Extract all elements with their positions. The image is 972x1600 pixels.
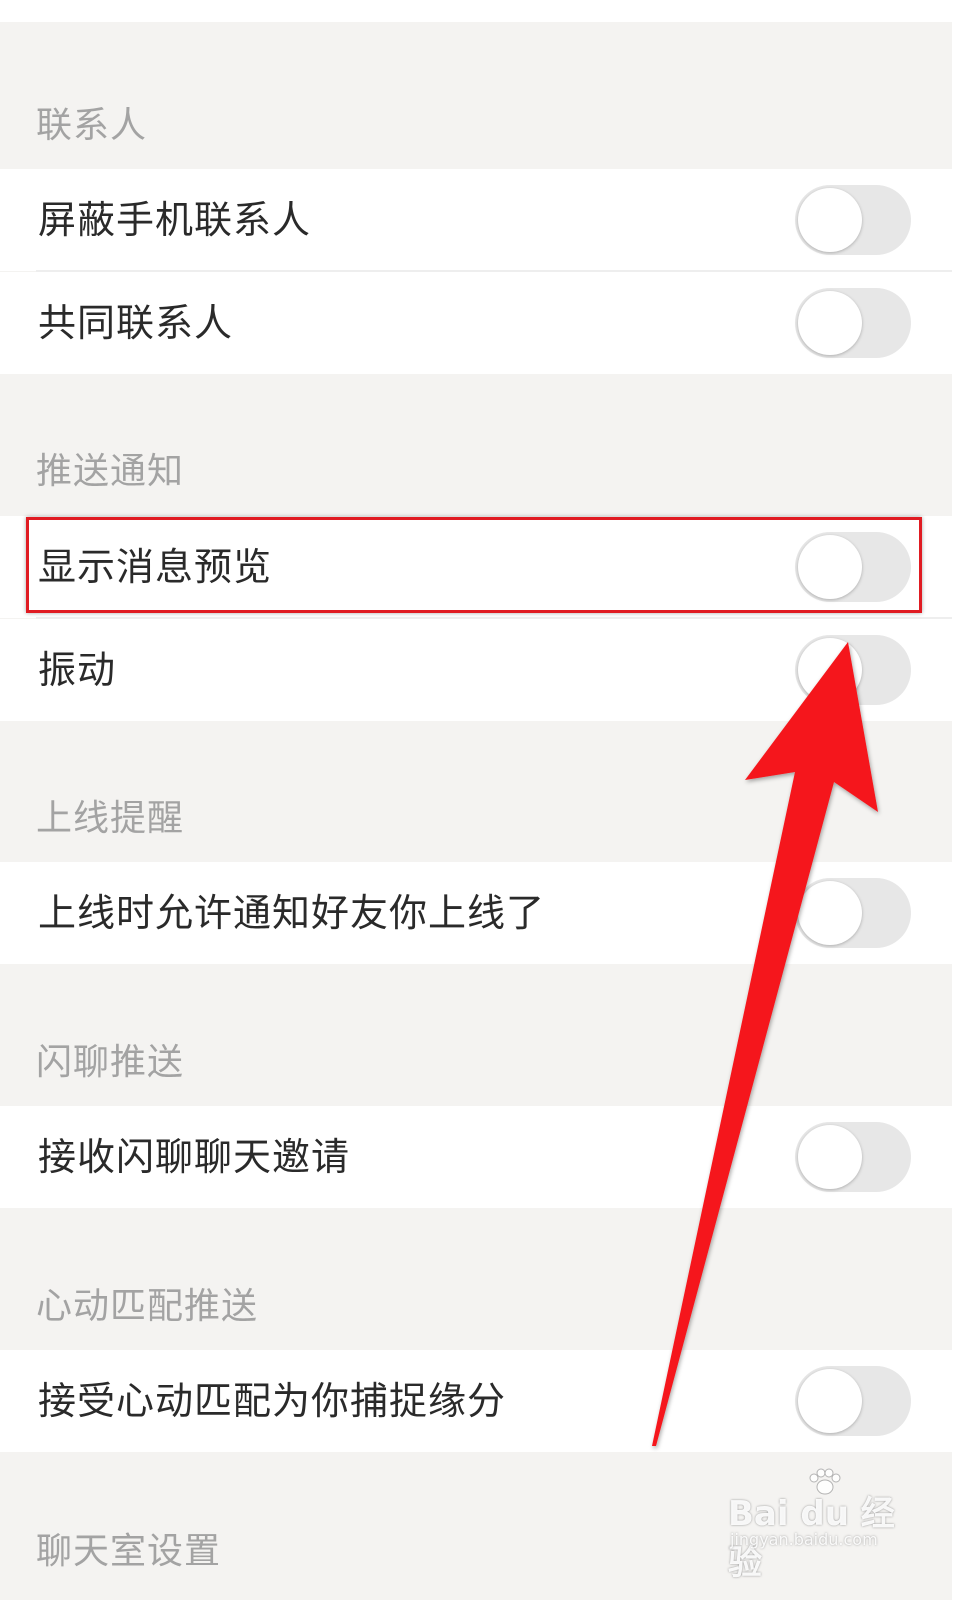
setting-row-flash-chat-invites[interactable]: 接收闪聊聊天邀请 (0, 1106, 952, 1208)
right-edge (952, 0, 972, 1600)
setting-row-block-phone-contacts[interactable]: 屏蔽手机联系人 (0, 169, 952, 271)
toggle-knob (798, 291, 862, 355)
setting-label: 共同联系人 (38, 301, 234, 345)
setting-row-notify-friends-online[interactable]: 上线时允许通知好友你上线了 (0, 862, 952, 964)
section-title-contacts: 联系人 (36, 105, 148, 146)
setting-label: 显示消息预览 (38, 545, 273, 589)
block-phone-contacts-toggle[interactable] (795, 185, 911, 255)
toggle-knob (798, 535, 862, 599)
setting-row-heart-match[interactable]: 接受心动匹配为你捕捉缘分 (0, 1350, 952, 1452)
toggle-knob (798, 638, 862, 702)
setting-label: 屏蔽手机联系人 (38, 198, 312, 242)
setting-label: 振动 (38, 648, 117, 692)
settings-screen: 联系人 屏蔽手机联系人 共同联系人 推送通知 显示消息预览 振动 上线提醒 上线… (0, 0, 972, 1600)
setting-label: 上线时允许通知好友你上线了 (38, 891, 546, 935)
show-message-preview-toggle[interactable] (795, 532, 911, 602)
toggle-knob (798, 1125, 862, 1189)
section-title-push-notifications: 推送通知 (36, 451, 185, 492)
toggle-knob (798, 1369, 862, 1433)
top-bar (0, 0, 952, 22)
section-title-heart-match-push: 心动匹配推送 (36, 1286, 259, 1327)
notify-friends-online-toggle[interactable] (795, 878, 911, 948)
setting-label: 接受心动匹配为你捕捉缘分 (38, 1379, 507, 1423)
setting-row-mutual-contacts[interactable]: 共同联系人 (0, 272, 952, 374)
section-title-chatroom-settings: 聊天室设置 (36, 1531, 222, 1572)
setting-row-show-message-preview[interactable]: 显示消息预览 (0, 516, 952, 618)
vibration-toggle[interactable] (795, 635, 911, 705)
settings-page: 联系人 屏蔽手机联系人 共同联系人 推送通知 显示消息预览 振动 上线提醒 上线… (0, 0, 952, 1600)
mutual-contacts-toggle[interactable] (795, 288, 911, 358)
toggle-knob (798, 881, 862, 945)
section-title-online-reminder: 上线提醒 (36, 798, 185, 839)
flash-chat-invites-toggle[interactable] (795, 1122, 911, 1192)
setting-label: 接收闪聊聊天邀请 (38, 1135, 351, 1179)
setting-row-vibration[interactable]: 振动 (0, 619, 952, 721)
section-title-flash-chat-push: 闪聊推送 (36, 1042, 185, 1083)
heart-match-toggle[interactable] (795, 1366, 911, 1436)
toggle-knob (798, 188, 862, 252)
